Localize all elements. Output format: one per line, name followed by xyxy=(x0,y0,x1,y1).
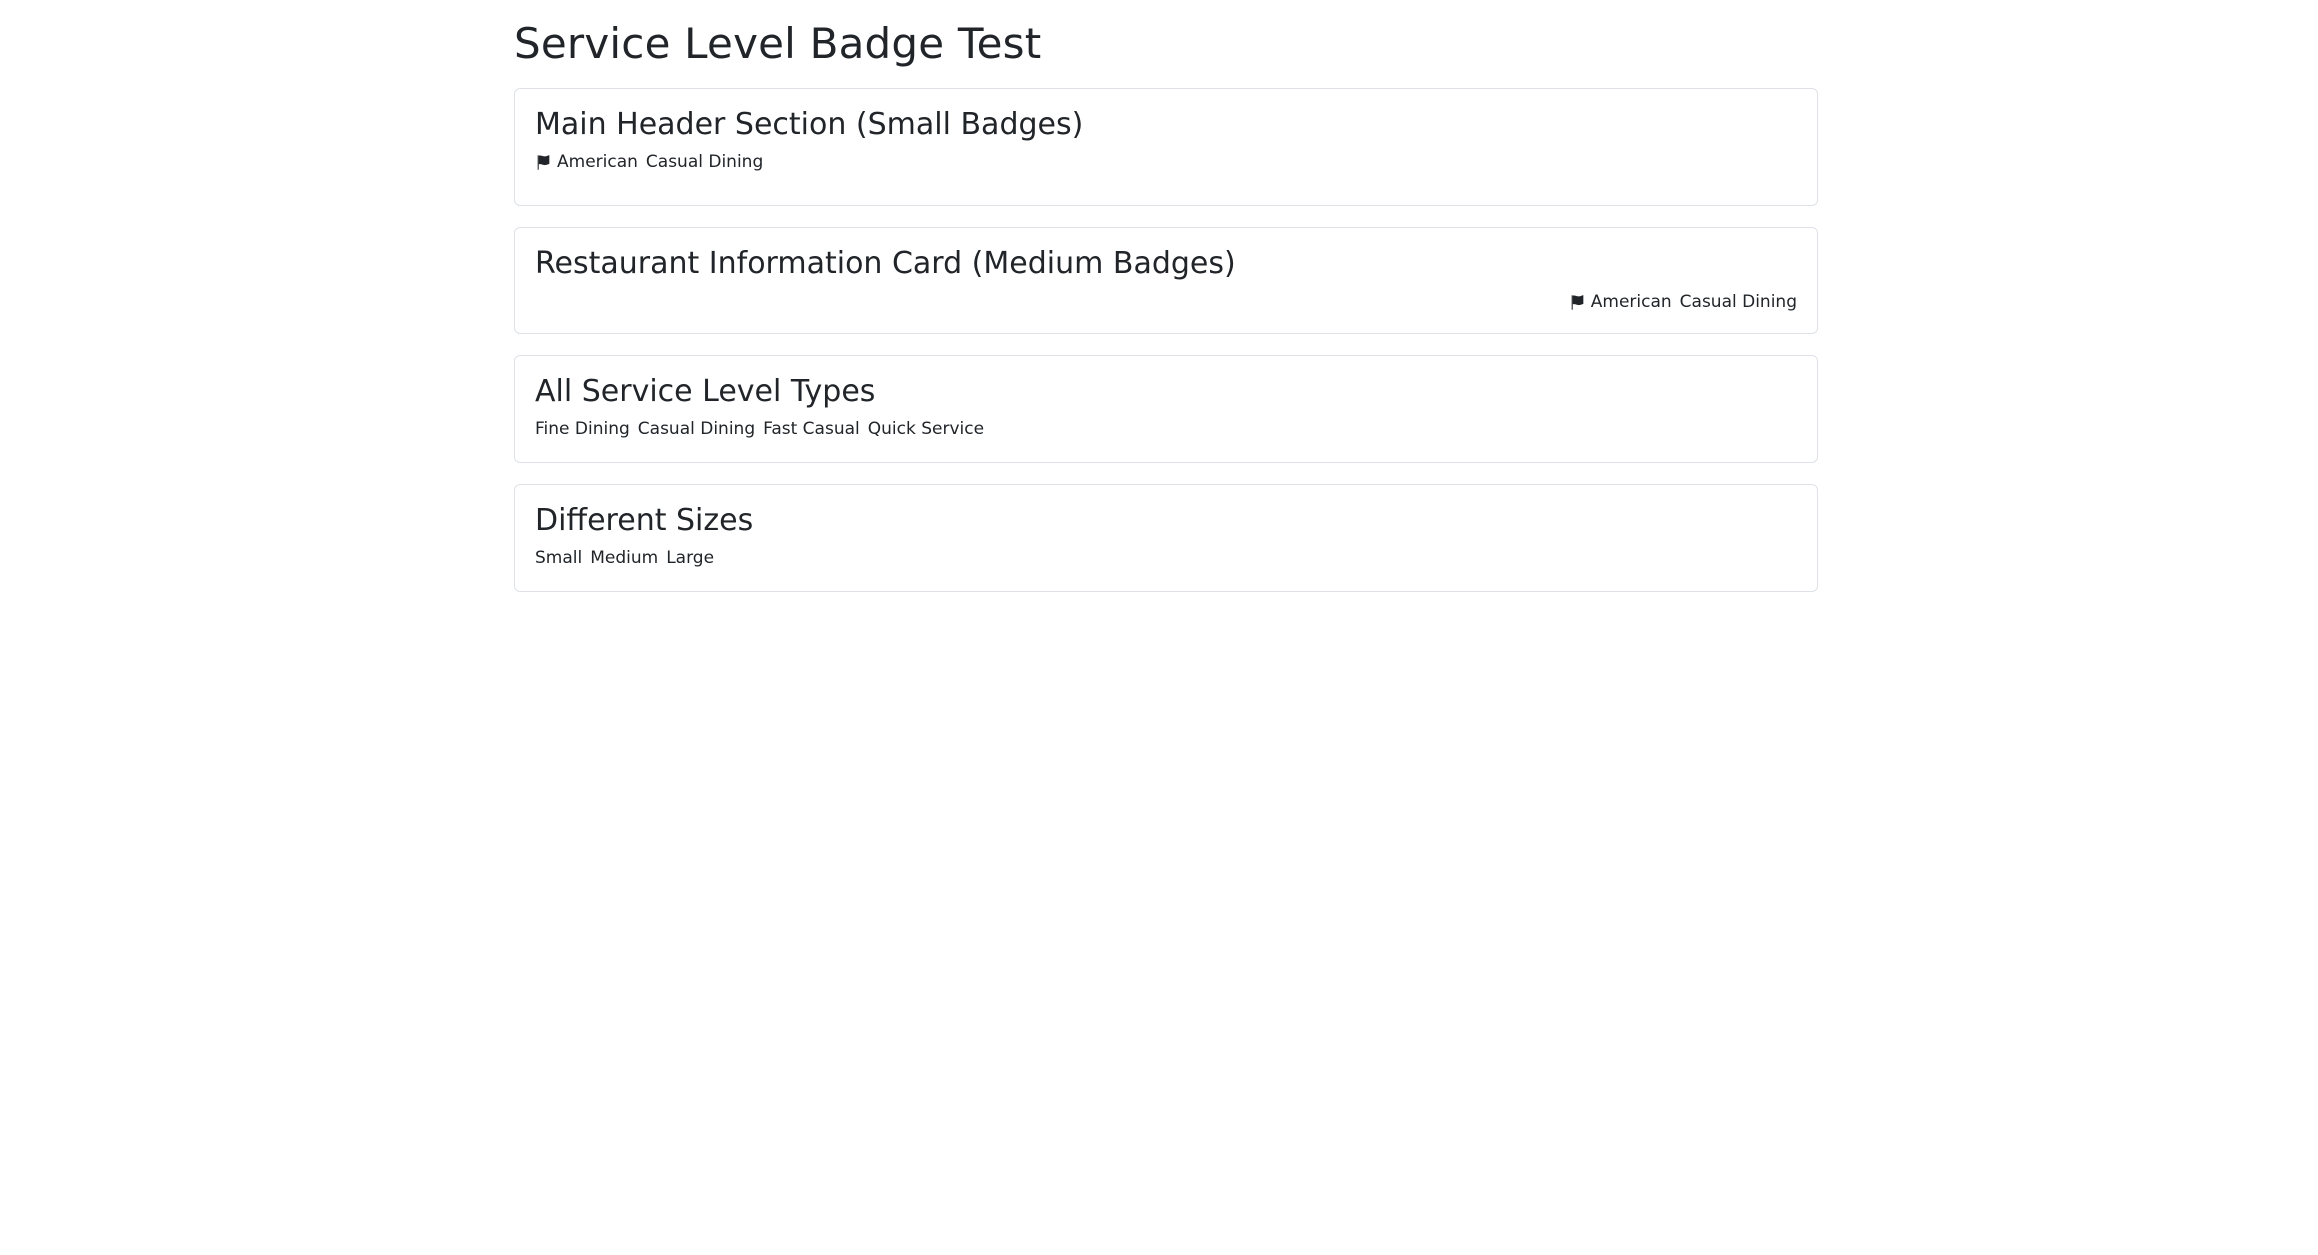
service-level-badge: Quick Service xyxy=(867,419,985,439)
badge-label: Casual Dining xyxy=(645,152,764,172)
service-level-badge: Casual Dining xyxy=(1680,291,1797,313)
restaurant-information-card: Restaurant Information Card (Medium Badg… xyxy=(514,227,1818,334)
section-title: Different Sizes xyxy=(535,503,754,538)
flag-icon xyxy=(535,154,552,171)
size-badge: Large xyxy=(666,548,715,568)
service-level-badge: Casual Dining xyxy=(646,151,763,173)
size-badge: Medium xyxy=(590,548,659,568)
flag-icon xyxy=(1569,294,1586,311)
badge-label: Casual Dining xyxy=(1679,292,1797,312)
page-title: Service Level Badge Test xyxy=(514,19,1042,68)
cuisine-badge: American xyxy=(535,151,638,173)
badge-row: Fine Dining Casual Dining Fast Casual Qu… xyxy=(535,418,1797,440)
all-service-level-types-card: All Service Level Types Fine Dining Casu… xyxy=(514,355,1818,463)
size-badge: Small xyxy=(535,548,583,568)
badge-row: American Casual Dining xyxy=(535,151,1797,173)
service-level-badge: Casual Dining xyxy=(637,419,756,439)
main-container: Service Level Badge Test Main Header Sec… xyxy=(514,0,1818,613)
main-header-section-card: Main Header Section (Small Badges) Ameri… xyxy=(514,88,1818,206)
section-title: Restaurant Information Card (Medium Badg… xyxy=(535,246,1236,281)
different-sizes-card: Different Sizes Small Medium Large xyxy=(514,484,1818,592)
cuisine-badge: American xyxy=(1569,291,1672,313)
service-level-badge: Fast Casual xyxy=(763,419,860,439)
badge-label: American xyxy=(557,152,638,172)
service-level-badge: Fine Dining xyxy=(535,419,630,439)
badge-row: American Casual Dining xyxy=(535,291,1797,313)
section-title: Main Header Section (Small Badges) xyxy=(535,107,1084,142)
badge-row: Small Medium Large xyxy=(535,547,1797,569)
badge-label: American xyxy=(1590,292,1672,312)
section-title: All Service Level Types xyxy=(535,374,876,409)
